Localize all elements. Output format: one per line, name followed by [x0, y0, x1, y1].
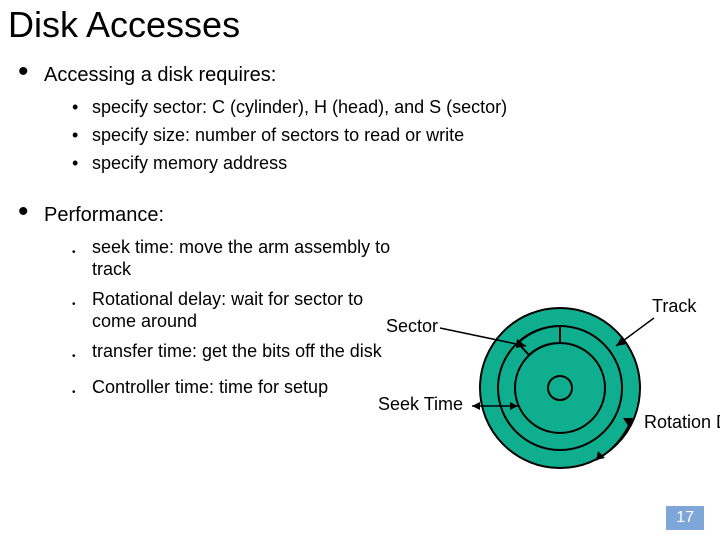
section2-subitems: • seek time: move the arm assembly to tr… — [18, 236, 396, 404]
label-sector: Sector — [386, 316, 438, 337]
list-item: • seek time: move the arm assembly to tr… — [72, 236, 396, 280]
list-item: • specify memory address — [72, 152, 720, 174]
disk-svg — [400, 288, 720, 498]
list-item: • transfer time: get the bits off the di… — [72, 340, 396, 368]
bullet-dot: • — [72, 152, 82, 174]
bullet-dot: • — [18, 62, 32, 82]
label-rotation-delay-text: Rotation Delay — [644, 412, 720, 432]
page-number: 17 — [666, 506, 704, 530]
bullet-dot: • — [72, 96, 82, 118]
section1-heading: Accessing a disk requires: — [44, 62, 276, 88]
list-item: • specify size: number of sectors to rea… — [72, 124, 720, 146]
item-text: specify memory address — [92, 152, 287, 174]
bullet-dot: • — [72, 124, 82, 146]
item-text: seek time: move the arm assembly to trac… — [92, 236, 392, 280]
slide-title: Disk Accesses — [0, 0, 720, 56]
bullet-dot: • — [72, 294, 82, 316]
bullet-performance: • Performance: — [18, 202, 720, 228]
section1-subitems: • specify sector: C (cylinder), H (head)… — [18, 96, 720, 174]
list-item: • Rotational delay: wait for sector to c… — [72, 288, 396, 332]
disk-diagram: Sector Track Seek Time Rotation Delay — [400, 288, 720, 498]
item-text: specify size: number of sectors to read … — [92, 124, 464, 146]
label-track: Track — [652, 296, 696, 317]
label-seek-time: Seek Time — [378, 394, 463, 415]
list-item: • Controller time: time for setup — [72, 376, 396, 404]
label-rotation-delay: Rotation Delay — [644, 412, 720, 432]
item-text: Controller time: time for setup — [92, 376, 328, 398]
item-text: Rotational delay: wait for sector to com… — [92, 288, 392, 332]
section2-heading: Performance: — [44, 202, 164, 228]
item-text: specify sector: C (cylinder), H (head), … — [92, 96, 507, 118]
bullet-accessing: • Accessing a disk requires: — [18, 62, 720, 88]
item-text: transfer time: get the bits off the disk — [92, 340, 382, 362]
arrowhead-icon — [472, 402, 480, 410]
bullet-dot: • — [18, 202, 32, 222]
bullet-dot: • — [72, 242, 82, 264]
list-item: • specify sector: C (cylinder), H (head)… — [72, 96, 720, 118]
bullet-dot: • — [72, 346, 82, 368]
bullet-dot: • — [72, 382, 82, 404]
